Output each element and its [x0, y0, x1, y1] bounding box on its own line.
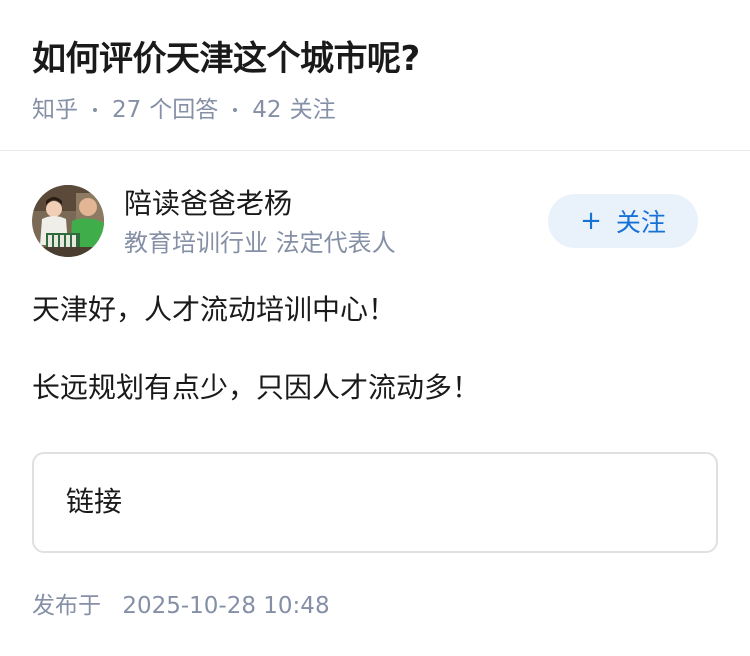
- publish-time: 发布于 2025-10-28 10:48: [32, 590, 330, 622]
- answer-count-label: 个回答: [149, 97, 219, 123]
- answer-paragraph: 天津好，人才流动培训中心！: [32, 293, 397, 326]
- author-row: 陪读爸爸老杨 教育培训行业 法定代表人 + 关注: [32, 185, 718, 259]
- publish-prefix: 发布于: [32, 593, 101, 619]
- author-headline: 教育培训行业 法定代表人: [124, 229, 396, 257]
- plus-icon: +: [580, 206, 602, 236]
- follow-button[interactable]: + 关注: [548, 194, 698, 248]
- question-title[interactable]: 如何评价天津这个城市呢?: [32, 36, 420, 82]
- question-header: 如何评价天津这个城市呢? 知乎 27 个回答 42 关注: [0, 0, 750, 151]
- link-card[interactable]: 链接: [32, 452, 718, 553]
- avatar[interactable]: [32, 185, 104, 257]
- answer-paragraph: 长远规划有点少，只因人才流动多！: [32, 371, 481, 404]
- answer-count: 27: [112, 97, 142, 123]
- answer-body: 天津好，人才流动培训中心！ 长远规划有点少，只因人才流动多！: [32, 290, 718, 408]
- question-meta: 知乎 27 个回答 42 关注: [32, 94, 336, 126]
- follow-button-label: 关注: [615, 208, 666, 237]
- separator-dot: [93, 108, 97, 112]
- author-name[interactable]: 陪读爸爸老杨: [124, 185, 292, 223]
- separator-dot: [233, 108, 238, 112]
- link-card-label: 链接: [66, 485, 123, 518]
- follower-count: 42: [252, 97, 282, 123]
- user-photo-icon: [32, 185, 104, 257]
- source-label[interactable]: 知乎: [32, 94, 78, 126]
- follower-count-label: 关注: [289, 97, 336, 123]
- publish-datetime: 2025-10-28 10:48: [122, 593, 330, 619]
